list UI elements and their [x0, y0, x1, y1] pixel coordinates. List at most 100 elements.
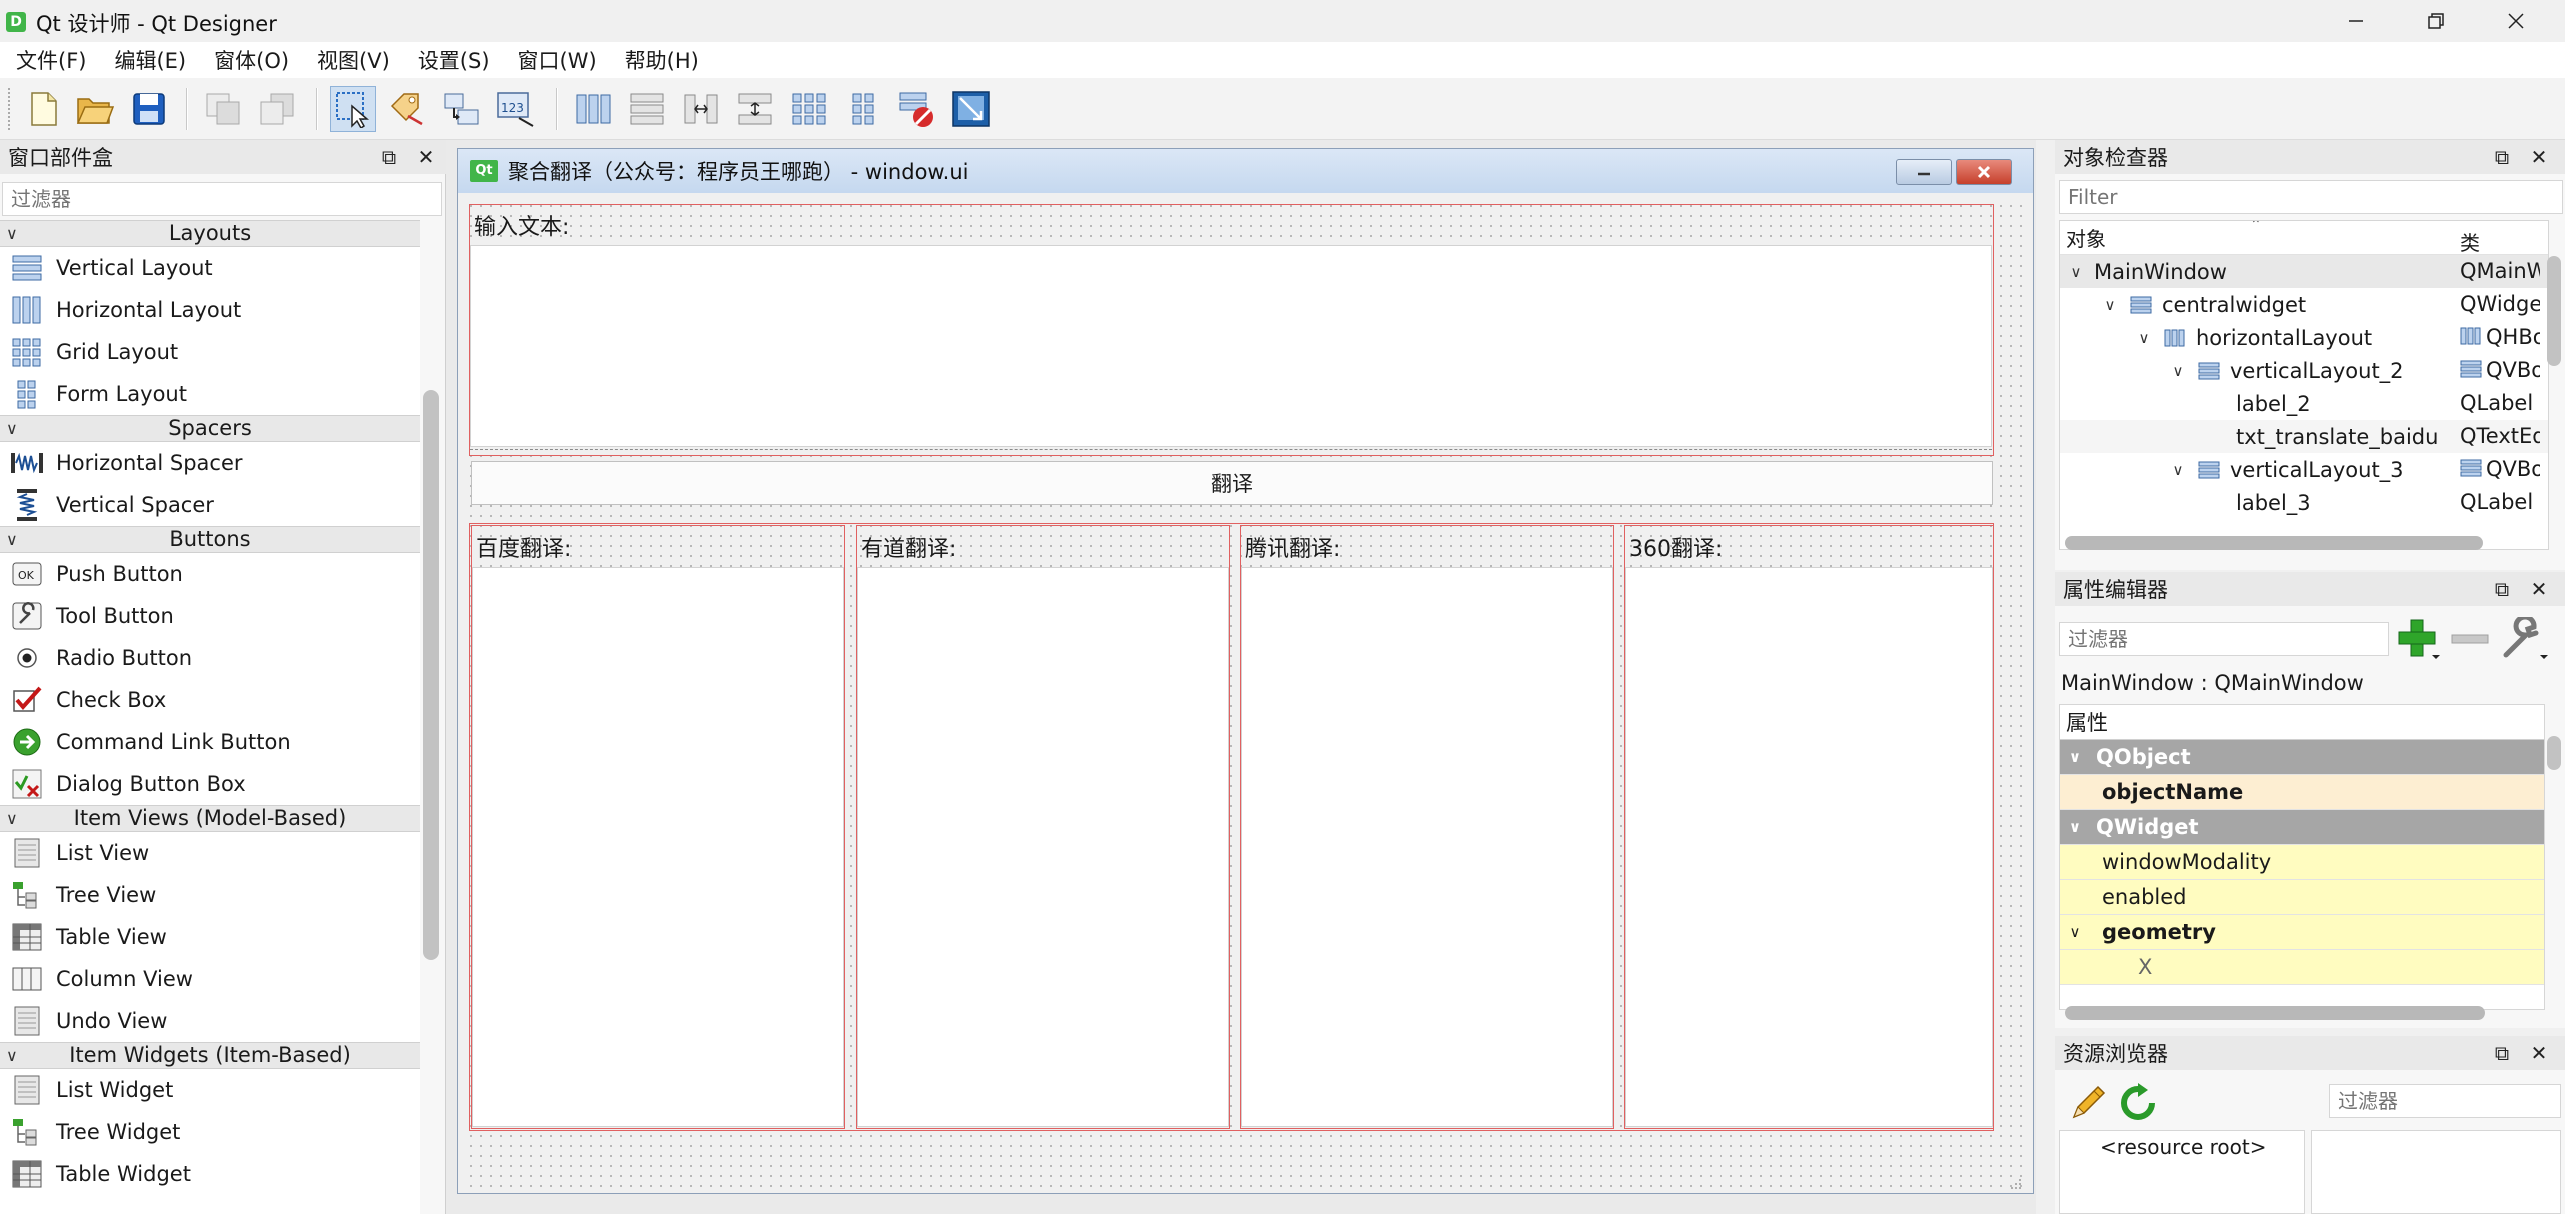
widget-grid-layout[interactable]: Grid Layout: [0, 331, 420, 373]
menu-file[interactable]: 文件(F): [6, 45, 96, 75]
break-layout-button[interactable]: [894, 86, 940, 132]
category-buttons[interactable]: ∨ Buttons: [0, 526, 420, 553]
widget-box-filter-input[interactable]: [2, 182, 442, 216]
menu-settings[interactable]: 设置(S): [408, 45, 500, 75]
remove-dynamic-property-button[interactable]: [2447, 616, 2493, 662]
column-class-header[interactable]: 类: [2460, 227, 2480, 256]
widget-list-widget[interactable]: List Widget: [0, 1069, 420, 1111]
menu-edit[interactable]: 编辑(E): [104, 45, 196, 75]
widget-tree-widget[interactable]: Tree Widget: [0, 1111, 420, 1153]
youdao-text-edit[interactable]: [857, 567, 1229, 1127]
object-inspector-close-button[interactable]: ✕: [2524, 142, 2554, 172]
object-inspector-filter-input[interactable]: [2059, 180, 2563, 214]
youdao-label[interactable]: 有道翻译:: [857, 527, 1227, 567]
widget-box-close-button[interactable]: ✕: [411, 142, 441, 172]
widget-command-link-button[interactable]: Command Link Button: [0, 721, 420, 763]
widget-column-view[interactable]: Column View: [0, 958, 420, 1000]
menu-help[interactable]: 帮助(H): [615, 45, 709, 75]
widget-vertical-spacer[interactable]: Vertical Spacer: [0, 484, 420, 526]
object-tree-hscrollbar[interactable]: [2065, 536, 2483, 550]
edit-tab-order-button[interactable]: 123: [492, 86, 538, 132]
widget-undo-view[interactable]: Undo View: [0, 1000, 420, 1042]
360-text-edit[interactable]: [1625, 567, 1993, 1127]
object-row-horizontallayout[interactable]: ∨ horizontalLayout QHBoxLayout: [2060, 321, 2548, 354]
object-tree-vscrollbar[interactable]: [2547, 256, 2561, 366]
tencent-text-edit[interactable]: [1241, 567, 1613, 1127]
resource-browser-float-button[interactable]: ⧉: [2487, 1038, 2517, 1068]
layout-horizontally-button[interactable]: [570, 86, 616, 132]
tencent-label[interactable]: 腾讯翻译:: [1241, 527, 1611, 567]
widget-box-scrollbar-handle[interactable]: [423, 390, 439, 960]
add-dynamic-property-button[interactable]: [2395, 616, 2441, 662]
window-restore-button[interactable]: [2396, 0, 2476, 42]
property-row-geometry-x[interactable]: X: [2060, 950, 2544, 985]
edit-resources-button[interactable]: [2065, 1080, 2111, 1126]
object-row-label-3[interactable]: label_3 QLabel: [2060, 486, 2548, 519]
property-row-enabled[interactable]: enabled: [2060, 880, 2544, 915]
widget-list-view[interactable]: List View: [0, 832, 420, 874]
save-form-button[interactable]: [126, 86, 172, 132]
property-row-windowmodality[interactable]: windowModality: [2060, 845, 2544, 880]
layout-h-splitter-button[interactable]: [678, 86, 724, 132]
window-close-button[interactable]: [2476, 0, 2556, 42]
object-row-verticallayout-3[interactable]: ∨ verticalLayout_3 QVBoxLayout: [2060, 453, 2548, 486]
resource-filter-input[interactable]: [2329, 1084, 2561, 1118]
layout-grid-button[interactable]: [786, 86, 832, 132]
widget-tool-button[interactable]: Tool Button: [0, 595, 420, 637]
layout-vertically-button[interactable]: [624, 86, 670, 132]
column-property-header[interactable]: 属性: [2066, 707, 2108, 737]
widget-horizontal-layout[interactable]: Horizontal Layout: [0, 289, 420, 331]
edit-buddies-button[interactable]: [438, 86, 484, 132]
configure-property-editor-button[interactable]: [2499, 616, 2549, 662]
widget-check-box[interactable]: Check Box: [0, 679, 420, 721]
resize-grip[interactable]: [2010, 1171, 2022, 1189]
send-to-back-button[interactable]: [200, 86, 246, 132]
menu-form[interactable]: 窗体(O): [204, 45, 299, 75]
category-item-views[interactable]: ∨ Item Views (Model-Based): [0, 805, 420, 832]
edit-widgets-button[interactable]: [330, 86, 376, 132]
menu-view[interactable]: 视图(V): [307, 45, 400, 75]
property-table-vscrollbar[interactable]: [2547, 736, 2561, 770]
column-object-header[interactable]: 对象: [2066, 223, 2106, 252]
property-group-qobject[interactable]: ∨ QObject: [2060, 740, 2544, 775]
widget-form-layout[interactable]: Form Layout: [0, 373, 420, 415]
widget-horizontal-spacer[interactable]: Horizontal Spacer: [0, 442, 420, 484]
resource-root-item[interactable]: <resource root>: [2060, 1131, 2304, 1163]
category-item-widgets[interactable]: ∨ Item Widgets (Item-Based): [0, 1042, 420, 1069]
widget-radio-button[interactable]: Radio Button: [0, 637, 420, 679]
widget-box-float-button[interactable]: ⧉: [374, 142, 404, 172]
adjust-size-button[interactable]: [948, 86, 994, 132]
widget-dialog-button-box[interactable]: Dialog Button Box: [0, 763, 420, 805]
widget-table-widget[interactable]: Table Widget: [0, 1153, 420, 1195]
object-row-label-2[interactable]: label_2 QLabel: [2060, 387, 2548, 420]
baidu-text-edit[interactable]: [472, 567, 844, 1127]
object-inspector-float-button[interactable]: ⧉: [2487, 142, 2517, 172]
edit-signals-slots-button[interactable]: [384, 86, 430, 132]
input-text-edit[interactable]: [470, 245, 1992, 447]
translate-button[interactable]: 翻译: [471, 461, 1993, 505]
object-row-mainwindow[interactable]: ∨ MainWindow QMainWindow: [2060, 255, 2548, 288]
menu-window[interactable]: 窗口(W): [508, 45, 607, 75]
form-minimize-button[interactable]: [1896, 159, 1952, 185]
object-row-centralwidget[interactable]: ∨ centralwidget QWidget: [2060, 288, 2548, 321]
360-label[interactable]: 360翻译:: [1625, 527, 1991, 567]
input-label[interactable]: 输入文本:: [470, 205, 1990, 245]
property-filter-input[interactable]: [2059, 622, 2389, 656]
reload-resources-button[interactable]: [2115, 1080, 2161, 1126]
main-window-form-canvas[interactable]: 输入文本: 翻译 百度翻译: 有道翻译: 腾讯翻译: 360翻译:: [466, 201, 2026, 1189]
category-spacers[interactable]: ∨ Spacers: [0, 415, 420, 442]
resource-browser-close-button[interactable]: ✕: [2524, 1038, 2554, 1068]
object-row-verticallayout-2[interactable]: ∨ verticalLayout_2 QVBoxLayout: [2060, 354, 2548, 387]
form-window-title-bar[interactable]: Qt 聚合翻译（公众号：程序员王哪跑） - window.ui: [458, 149, 2033, 193]
layout-form-button[interactable]: [840, 86, 886, 132]
layout-v-splitter-button[interactable]: [732, 86, 778, 132]
property-table-hscrollbar[interactable]: [2065, 1006, 2485, 1020]
widget-table-view[interactable]: Table View: [0, 916, 420, 958]
bring-to-front-button[interactable]: [254, 86, 300, 132]
property-editor-close-button[interactable]: ✕: [2524, 574, 2554, 604]
property-editor-float-button[interactable]: ⧉: [2487, 574, 2517, 604]
window-minimize-button[interactable]: [2316, 0, 2396, 42]
open-form-button[interactable]: [72, 86, 118, 132]
property-row-objectname[interactable]: objectName: [2060, 775, 2544, 810]
category-layouts[interactable]: ∨ Layouts: [0, 220, 420, 247]
